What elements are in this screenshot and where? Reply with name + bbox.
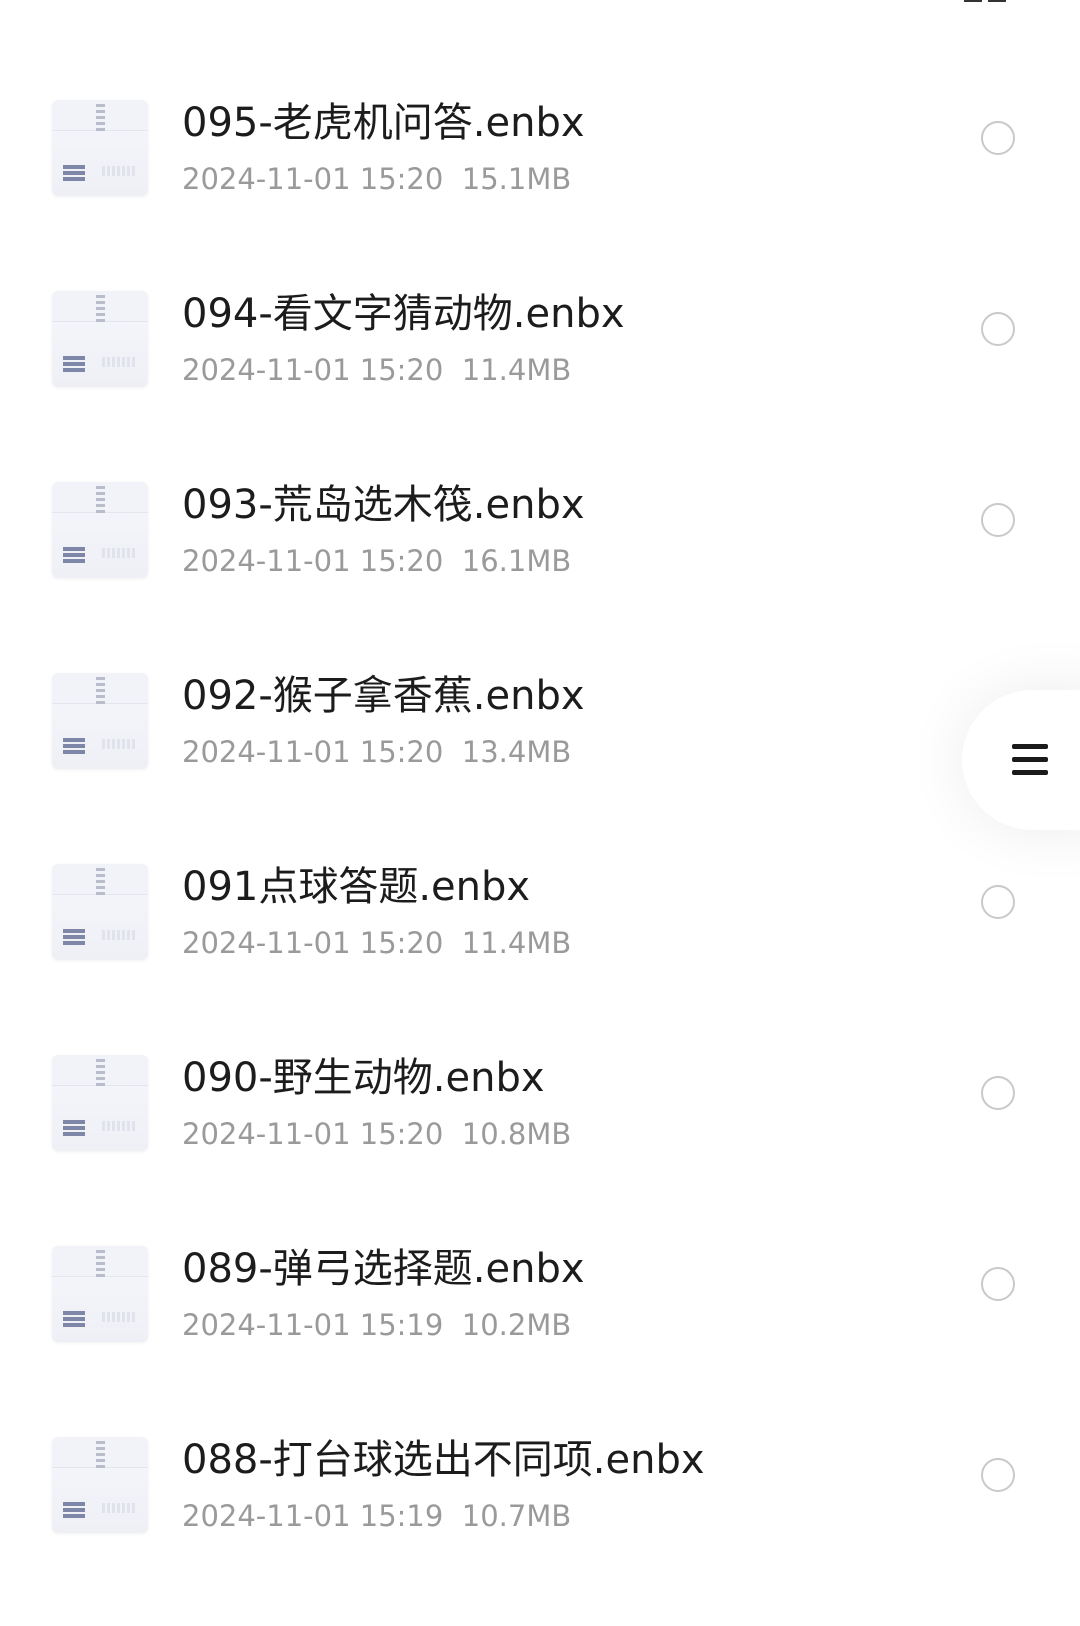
file-row[interactable]: 092-猴子拿香蕉.enbx 2024-11-01 15:20 13.4MB bbox=[0, 651, 1080, 842]
file-date: 2024-11-01 15:20 bbox=[182, 1117, 444, 1151]
file-date: 2024-11-01 15:19 bbox=[182, 1308, 444, 1342]
file-date: 2024-11-01 15:20 bbox=[182, 353, 444, 387]
file-name: 088-打台球选出不同项.enbx bbox=[182, 1437, 705, 1483]
archive-file-icon bbox=[52, 100, 148, 196]
radio-circle-icon[interactable] bbox=[981, 1076, 1015, 1110]
file-row[interactable]: 088-打台球选出不同项.enbx 2024-11-01 15:19 10.7M… bbox=[0, 1415, 1080, 1606]
file-size: 10.7MB bbox=[461, 1499, 572, 1533]
file-name: 095-老虎机问答.enbx bbox=[182, 100, 585, 146]
archive-file-icon bbox=[52, 673, 148, 769]
file-name: 089-弹弓选择题.enbx bbox=[182, 1246, 585, 1292]
file-meta: 2024-11-01 15:20 10.8MB bbox=[182, 1116, 571, 1152]
file-row[interactable]: 094-看文字猜动物.enbx 2024-11-01 15:20 11.4MB bbox=[0, 269, 1080, 460]
file-list: 095-老虎机问答.enbx 2024-11-01 15:20 15.1MB 0… bbox=[0, 0, 1080, 1626]
file-name: 092-猴子拿香蕉.enbx bbox=[182, 673, 585, 719]
file-date: 2024-11-01 15:20 bbox=[182, 735, 444, 769]
file-meta: 2024-11-01 15:20 13.4MB bbox=[182, 734, 571, 770]
radio-circle-icon[interactable] bbox=[981, 312, 1015, 346]
file-row[interactable]: 089-弹弓选择题.enbx 2024-11-01 15:19 10.2MB bbox=[0, 1224, 1080, 1415]
archive-file-icon bbox=[52, 864, 148, 960]
file-meta: 2024-11-01 15:19 10.2MB bbox=[182, 1307, 571, 1343]
file-meta: 2024-11-01 15:19 10.7MB bbox=[182, 1498, 571, 1534]
file-name: 093-荒岛选木筏.enbx bbox=[182, 482, 585, 528]
file-row[interactable]: 095-老虎机问答.enbx 2024-11-01 15:20 15.1MB bbox=[0, 78, 1080, 269]
file-size: 15.1MB bbox=[461, 162, 572, 196]
radio-circle-icon[interactable] bbox=[981, 885, 1015, 919]
archive-file-icon bbox=[52, 291, 148, 387]
file-name: 094-看文字猜动物.enbx bbox=[182, 291, 625, 337]
file-name: 090-野生动物.enbx bbox=[182, 1055, 545, 1101]
file-date: 2024-11-01 15:20 bbox=[182, 162, 444, 196]
file-meta: 2024-11-01 15:20 16.1MB bbox=[182, 543, 571, 579]
archive-file-icon bbox=[52, 482, 148, 578]
file-date: 2024-11-01 15:19 bbox=[182, 1499, 444, 1533]
archive-file-icon bbox=[52, 1055, 148, 1151]
file-name: 091点球答题.enbx bbox=[182, 864, 531, 910]
file-meta: 2024-11-01 15:20 11.4MB bbox=[182, 352, 571, 388]
file-date: 2024-11-01 15:20 bbox=[182, 926, 444, 960]
file-row[interactable]: 090-野生动物.enbx 2024-11-01 15:20 10.8MB bbox=[0, 1033, 1080, 1224]
radio-circle-icon[interactable] bbox=[981, 1458, 1015, 1492]
hamburger-menu-icon bbox=[1012, 742, 1048, 778]
file-meta: 2024-11-01 15:20 11.4MB bbox=[182, 925, 571, 961]
file-size: 10.2MB bbox=[461, 1308, 572, 1342]
radio-circle-icon[interactable] bbox=[981, 1267, 1015, 1301]
archive-file-icon bbox=[52, 1246, 148, 1342]
radio-circle-icon[interactable] bbox=[981, 503, 1015, 537]
file-size: 11.4MB bbox=[461, 353, 572, 387]
file-row[interactable]: 093-荒岛选木筏.enbx 2024-11-01 15:20 16.1MB bbox=[0, 460, 1080, 651]
file-row[interactable]: 091点球答题.enbx 2024-11-01 15:20 11.4MB bbox=[0, 842, 1080, 1033]
file-size: 11.4MB bbox=[461, 926, 572, 960]
file-date: 2024-11-01 15:20 bbox=[182, 544, 444, 578]
file-size: 13.4MB bbox=[461, 735, 572, 769]
file-size: 16.1MB bbox=[461, 544, 572, 578]
file-meta: 2024-11-01 15:20 15.1MB bbox=[182, 161, 571, 197]
radio-circle-icon[interactable] bbox=[981, 121, 1015, 155]
file-size: 10.8MB bbox=[461, 1117, 572, 1151]
archive-file-icon bbox=[52, 1437, 148, 1533]
